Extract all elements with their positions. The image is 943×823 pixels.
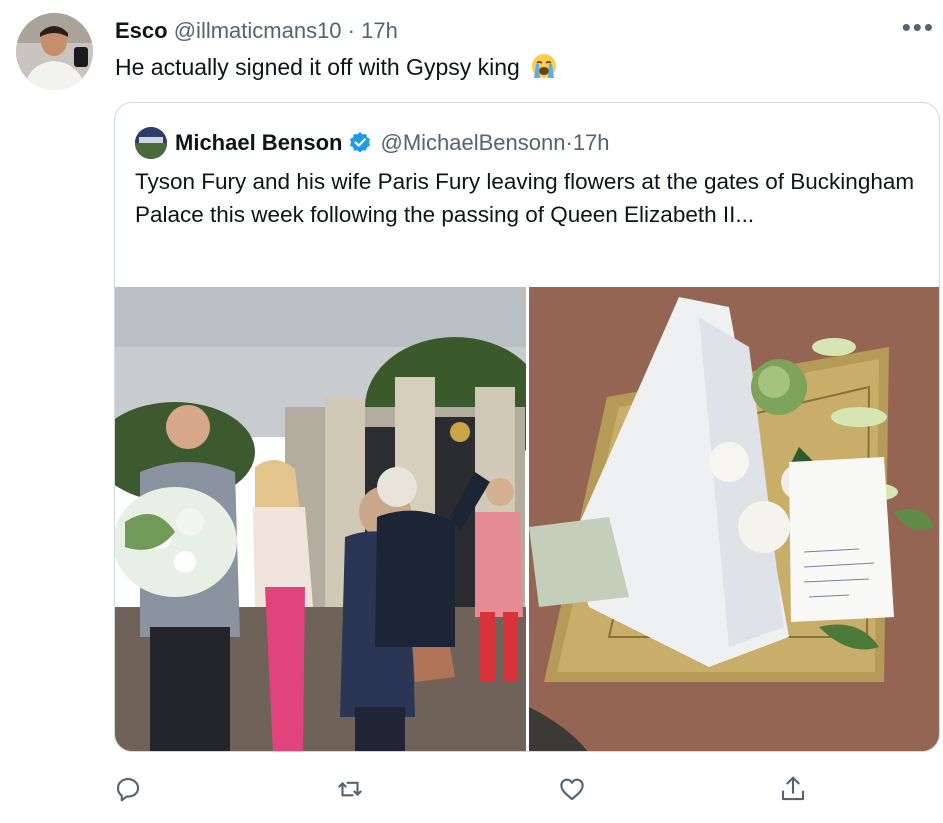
- tweet-text: He actually signed it off with Gypsy kin…: [115, 52, 558, 82]
- quoted-tweet-text: Tyson Fury and his wife Paris Fury leavi…: [135, 169, 915, 227]
- verified-badge-icon: [348, 131, 372, 155]
- loudly-crying-face-icon: [530, 52, 558, 80]
- quoted-time[interactable]: 17h: [573, 129, 610, 157]
- more-options-icon[interactable]: •••: [902, 14, 935, 40]
- tweet-header: Esco @illmaticmans10 · 17h: [115, 18, 398, 44]
- retweet-icon[interactable]: [335, 774, 365, 804]
- quoted-author-handle[interactable]: @MichaelBensonn: [380, 129, 565, 157]
- reply-icon[interactable]: [113, 774, 143, 804]
- action-bar: [0, 774, 943, 806]
- share-icon[interactable]: [778, 774, 808, 804]
- quoted-tweet-header: Michael Benson @MichaelBensonn · 17h: [135, 127, 610, 159]
- quoted-separator: ·: [565, 130, 573, 155]
- quoted-author-name[interactable]: Michael Benson: [175, 129, 342, 157]
- media-grid: [115, 287, 939, 751]
- author-handle[interactable]: @illmaticmans10: [174, 18, 342, 43]
- flowers-plaque-photo[interactable]: [529, 287, 939, 751]
- tweet-text-content: He actually signed it off with Gypsy kin…: [115, 54, 520, 80]
- heart-icon[interactable]: [557, 774, 587, 804]
- separator: ·: [341, 18, 362, 43]
- quoted-tweet[interactable]: Michael Benson @MichaelBensonn · 17h Tys…: [114, 102, 940, 752]
- avatar[interactable]: [16, 13, 93, 90]
- tweet-time[interactable]: 17h: [361, 18, 398, 43]
- quoted-avatar[interactable]: [135, 127, 167, 159]
- palace-gates-photo[interactable]: [115, 287, 526, 751]
- author-name[interactable]: Esco: [115, 18, 168, 43]
